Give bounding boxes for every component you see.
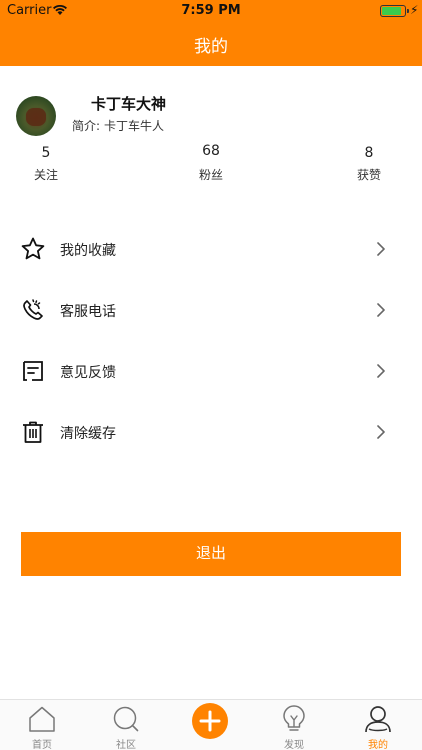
star-icon — [21, 237, 45, 260]
stat-likes[interactable]: 8 获赞 — [339, 144, 399, 183]
tab-home[interactable]: 首页 — [0, 700, 84, 750]
menu-label: 客服电话 — [60, 304, 116, 320]
menu-item-feedback[interactable]: 意见反馈 — [0, 340, 422, 401]
settings-menu: 我的收藏 客服电话 意见反馈 清除缓存 — [0, 218, 422, 462]
navigation-header: Carrier 7:59 PM ⚡ 我的 — [0, 0, 422, 66]
tab-label: 首页 — [32, 740, 52, 750]
menu-item-customer-service[interactable]: 客服电话 — [0, 279, 422, 340]
plus-button — [192, 703, 228, 739]
stat-value: 5 — [41, 145, 51, 161]
tab-label: 我的 — [368, 740, 388, 750]
stats-row: 5 关注 68 粉丝 8 获赞 — [0, 143, 422, 194]
tab-bar: 首页 社区 发现 我的 — [0, 699, 422, 750]
stat-followers[interactable]: 68 粉丝 — [181, 143, 241, 183]
chevron-right-icon — [377, 364, 385, 378]
bio: 简介: 卡丁车牛人 — [72, 117, 164, 134]
tab-label: 发现 — [284, 740, 304, 750]
charging-icon: ⚡ — [410, 3, 419, 17]
bio-label: 简介: — [72, 119, 101, 133]
lightbulb-icon — [283, 705, 305, 731]
avatar[interactable] — [16, 96, 56, 136]
status-bar: Carrier 7:59 PM ⚡ — [0, 0, 422, 22]
chevron-right-icon — [377, 303, 385, 317]
phone-icon — [23, 299, 43, 320]
tab-post[interactable] — [168, 700, 252, 750]
stat-value: 8 — [364, 145, 374, 161]
tab-mine[interactable]: 我的 — [336, 700, 420, 750]
stat-label: 关注 — [33, 168, 58, 182]
stat-value: 68 — [202, 143, 220, 159]
plus-icon — [199, 710, 221, 732]
chevron-right-icon — [377, 425, 385, 439]
tab-discover[interactable]: 发现 — [252, 700, 336, 750]
stat-label: 粉丝 — [198, 168, 223, 182]
bio-text: 卡丁车牛人 — [104, 119, 165, 133]
battery-icon — [380, 5, 409, 17]
stat-label: 获赞 — [356, 168, 381, 182]
stat-following[interactable]: 5 关注 — [16, 144, 76, 183]
tab-community[interactable]: 社区 — [84, 700, 168, 750]
chevron-right-icon — [377, 242, 385, 256]
search-icon — [113, 706, 139, 732]
menu-label: 意见反馈 — [60, 365, 116, 381]
menu-item-clear-cache[interactable]: 清除缓存 — [0, 401, 422, 462]
logout-button[interactable]: 退出 — [21, 532, 401, 576]
home-icon — [29, 706, 55, 732]
menu-item-favorites[interactable]: 我的收藏 — [0, 218, 422, 279]
trash-icon — [23, 421, 43, 443]
tab-label: 社区 — [116, 740, 136, 750]
username: 卡丁车大神 — [91, 95, 167, 113]
feedback-icon — [23, 361, 43, 381]
menu-label: 清除缓存 — [60, 426, 116, 442]
menu-label: 我的收藏 — [60, 243, 116, 259]
status-time: 7:59 PM — [181, 3, 241, 18]
person-icon — [365, 706, 391, 733]
page-title: 我的 — [194, 37, 228, 57]
